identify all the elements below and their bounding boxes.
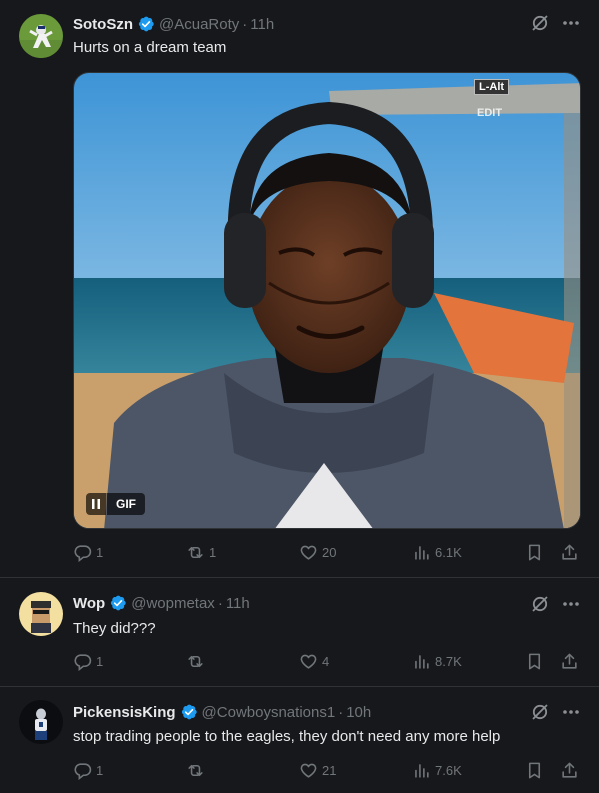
retweet-button[interactable]: 1 — [186, 543, 216, 562]
tweet-text: Hurts on a dream team — [73, 39, 227, 56]
views-icon — [415, 764, 429, 778]
more-icon[interactable] — [560, 702, 582, 722]
bookmark-icon — [528, 544, 541, 561]
retweet-icon — [188, 764, 203, 777]
like-icon — [300, 654, 317, 669]
retweet-icon — [188, 546, 203, 559]
tweet-actions: 1 21 7.6K — [73, 761, 583, 781]
display-name[interactable]: PickensisKing — [73, 704, 176, 721]
tweet-actions: 1 1 20 6.1K — [73, 543, 583, 563]
verified-badge-icon — [111, 595, 126, 611]
reply-button[interactable]: 1 — [73, 761, 103, 780]
bookmark-icon — [528, 762, 541, 779]
avatar-sotoszn[interactable] — [19, 14, 63, 58]
gif-frame — [74, 73, 580, 528]
bookmark-button[interactable] — [525, 761, 544, 780]
reply-count: 1 — [96, 763, 104, 778]
reply-button[interactable]: 1 — [73, 652, 103, 671]
reply-icon — [74, 654, 92, 671]
avatar-pickensisking[interactable] — [19, 700, 63, 744]
user-handle[interactable]: @Cowboysnations1 — [202, 704, 336, 721]
like-button[interactable]: 21 — [299, 761, 336, 780]
share-button[interactable] — [560, 761, 579, 780]
like-icon — [300, 763, 317, 778]
tweet-header: Wop @wopmetax · 11h — [73, 593, 250, 613]
views-icon — [415, 655, 429, 669]
view-count: 7.6K — [435, 763, 462, 778]
grok-icon[interactable] — [530, 13, 550, 33]
user-handle[interactable]: @wopmetax — [131, 595, 215, 612]
tweet-3[interactable]: PickensisKing @Cowboysnations1 · 10h sto… — [0, 688, 599, 793]
reply-icon — [74, 763, 92, 780]
timestamp[interactable]: 11h — [226, 595, 250, 612]
grok-icon[interactable] — [530, 594, 550, 614]
like-count: 4 — [322, 654, 330, 669]
like-button[interactable]: 4 — [299, 652, 329, 671]
tweet-header: SotoSzn @AcuaRoty · 11h — [73, 14, 274, 34]
tweet-text: They did??? — [73, 620, 156, 637]
retweet-icon — [188, 655, 203, 668]
separator-dot: · — [217, 594, 223, 612]
views-button[interactable]: 7.6K — [412, 761, 462, 780]
reply-count: 1 — [96, 654, 104, 669]
separator-dot: · — [338, 703, 344, 721]
timestamp[interactable]: 11h — [250, 16, 274, 33]
share-icon — [562, 653, 577, 669]
retweet-button[interactable] — [186, 652, 209, 671]
share-icon — [562, 544, 577, 560]
tweet-1[interactable]: SotoSzn @AcuaRoty · 11h Hurts on a dream… — [0, 0, 599, 578]
gif-overlay-sublabel: EDIT — [477, 107, 503, 119]
display-name[interactable]: SotoSzn — [73, 16, 133, 33]
more-icon[interactable] — [560, 13, 582, 33]
views-icon — [415, 546, 429, 560]
views-button[interactable]: 8.7K — [412, 652, 462, 671]
views-button[interactable]: 6.1K — [412, 543, 462, 562]
bookmark-icon — [528, 653, 541, 670]
more-icon[interactable] — [560, 594, 582, 614]
reply-count: 1 — [96, 545, 104, 560]
tweet-2[interactable]: Wop @wopmetax · 11h They did??? 1 4 8.7K — [0, 579, 599, 687]
avatar-wop[interactable] — [19, 592, 63, 636]
like-icon — [300, 545, 317, 560]
bookmark-button[interactable] — [525, 652, 544, 671]
retweet-count: 1 — [209, 545, 217, 560]
view-count: 8.7K — [435, 654, 462, 669]
separator-dot: · — [242, 15, 248, 33]
tweet-header: PickensisKing @Cowboysnations1 · 10h — [73, 702, 371, 722]
display-name[interactable]: Wop — [73, 595, 105, 612]
user-handle[interactable]: @AcuaRoty — [159, 16, 239, 33]
retweet-button[interactable] — [186, 761, 209, 780]
tweet-gif[interactable]: L-Alt EDIT GIF — [73, 72, 581, 529]
like-count: 21 — [322, 763, 337, 778]
reply-button[interactable]: 1 — [73, 543, 103, 562]
timestamp[interactable]: 10h — [346, 704, 371, 721]
share-button[interactable] — [560, 652, 579, 671]
bookmark-button[interactable] — [525, 543, 544, 562]
grok-icon[interactable] — [530, 702, 550, 722]
gif-overlay-label: L-Alt — [474, 79, 510, 95]
gif-badge[interactable]: GIF — [86, 493, 145, 515]
like-button[interactable]: 20 — [299, 543, 336, 562]
reply-icon — [74, 545, 92, 562]
like-count: 20 — [322, 545, 337, 560]
verified-badge-icon — [181, 704, 197, 720]
pause-icon[interactable] — [86, 493, 107, 515]
tweet-actions: 1 4 8.7K — [73, 652, 583, 672]
share-button[interactable] — [560, 543, 579, 562]
view-count: 6.1K — [435, 545, 462, 560]
verified-badge-icon — [138, 16, 154, 32]
tweet-text: stop trading people to the eagles, they … — [73, 728, 501, 745]
gif-label: GIF — [116, 497, 136, 511]
share-icon — [562, 762, 577, 778]
